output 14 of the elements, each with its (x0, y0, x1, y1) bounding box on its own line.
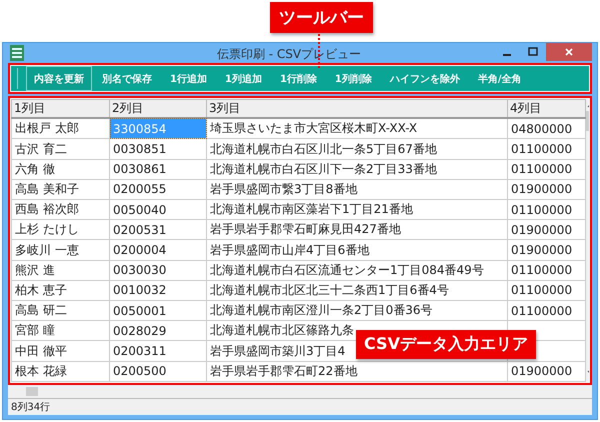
callout-label: ツールバー (270, 2, 373, 33)
window-title: 伝票印刷 - CSVプレビュー (216, 47, 362, 61)
column-header[interactable]: 1列目 (12, 100, 110, 118)
column-header[interactable]: 2列目 (110, 100, 206, 118)
status-text: 8列34行 (11, 401, 50, 414)
app-icon (10, 45, 24, 61)
close-button[interactable] (546, 43, 592, 61)
cell-text[interactable]: 岩手県盛岡市築川3丁目4 (210, 344, 346, 358)
close-icon[interactable] (564, 47, 574, 57)
maximize-icon[interactable] (528, 47, 538, 57)
column-header[interactable]: 4列目 (508, 100, 586, 118)
column-header[interactable]: 3列目 (206, 100, 508, 118)
callout-label: CSVデータ入力エリア (356, 330, 536, 359)
leader-line (318, 34, 320, 68)
